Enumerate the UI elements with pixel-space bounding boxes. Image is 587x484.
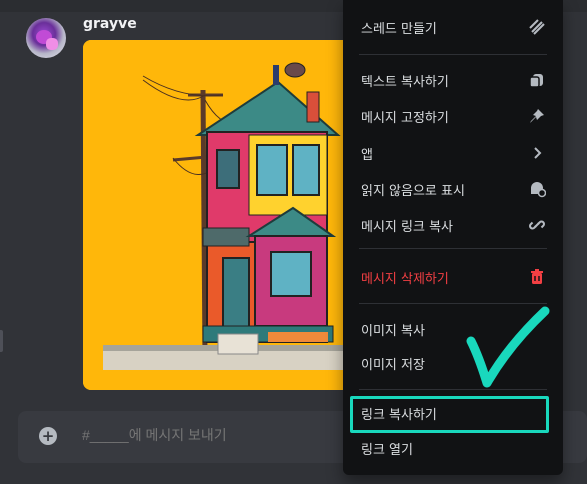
menu-item-apps[interactable]: 앱 [351,138,555,168]
chevron-right-icon [527,143,547,163]
copy-text-icon [527,70,547,90]
menu-item-label: 링크 열기 [361,442,413,458]
message-input[interactable] [82,427,342,443]
thread-icon [527,17,547,37]
menu-item-create-thread[interactable]: 스레드 만들기 [351,12,555,42]
menu-item-label: 메시지 링크 복사 [361,219,453,235]
pin-icon [527,106,547,126]
trash-icon [527,267,547,287]
add-attachment-icon[interactable]: + [39,427,57,445]
menu-item-label: 텍스트 복사하기 [361,74,449,90]
menu-item-mark-unread[interactable]: 읽지 않음으로 표시 [351,174,555,204]
menu-item-label: 이미지 복사 [361,323,425,339]
menu-divider [359,54,547,55]
menu-divider [359,248,547,249]
mark-unread-icon [527,179,547,199]
link-icon [527,215,547,235]
menu-item-label: 링크 복사하기 [361,407,437,423]
message-username[interactable]: grayve [83,16,137,32]
menu-divider [359,303,547,304]
message-image-attachment[interactable] [83,40,383,390]
context-menu: 스레드 만들기 텍스트 복사하기 메시지 고정하기 앱 읽지 않음으로 표시 메… [343,0,563,475]
menu-item-pin-message[interactable]: 메시지 고정하기 [351,101,555,131]
menu-item-label: 메시지 고정하기 [361,110,449,126]
house-illustration [83,40,383,390]
menu-item-label: 메시지 삭제하기 [361,271,449,287]
menu-item-open-link[interactable]: 링크 열기 [351,433,555,463]
scroll-indicator [0,330,3,352]
menu-item-label: 앱 [361,147,373,163]
avatar[interactable] [26,18,66,58]
menu-item-label: 읽지 않음으로 표시 [361,183,465,199]
menu-item-copy-message-link[interactable]: 메시지 링크 복사 [351,210,555,240]
menu-item-delete-message[interactable]: 메시지 삭제하기 [351,262,555,292]
menu-item-copy-link[interactable]: 링크 복사하기 [351,398,555,428]
menu-item-copy-text[interactable]: 텍스트 복사하기 [351,65,555,95]
checkmark-annotation [466,306,550,388]
menu-item-label: 스레드 만들기 [361,21,437,37]
menu-item-label: 이미지 저장 [361,357,425,373]
